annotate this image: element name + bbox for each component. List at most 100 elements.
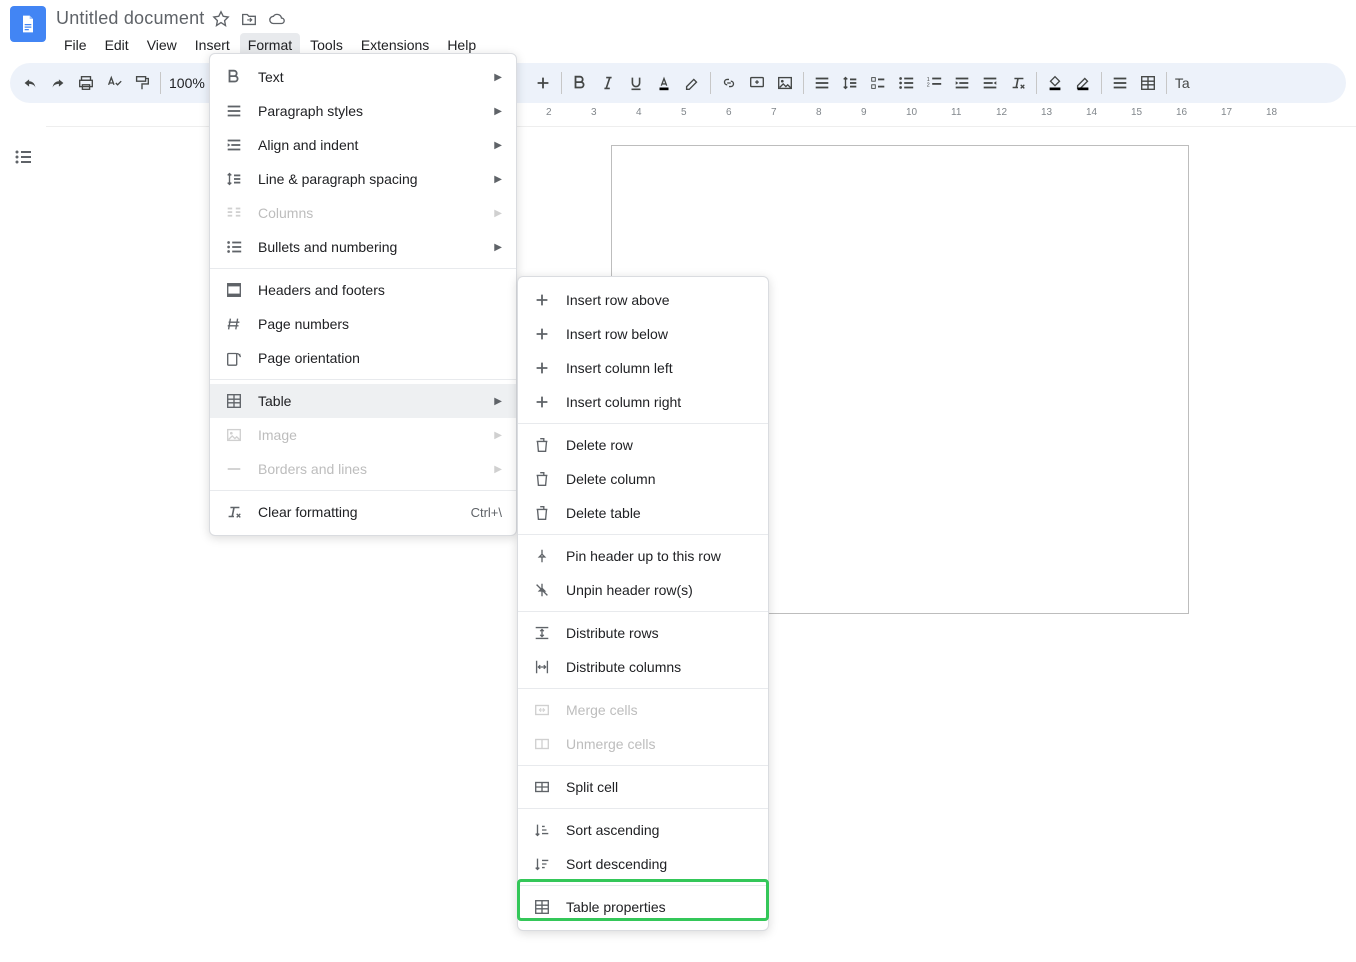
format-page-numbers[interactable]: Page numbers xyxy=(210,307,516,341)
bulleted-list-button[interactable] xyxy=(892,69,920,97)
menu-item-label: Distribute columns xyxy=(566,659,681,675)
menu-item-label: Borders and lines xyxy=(258,461,367,477)
justify-button[interactable] xyxy=(1106,69,1134,97)
menu-item-label: Align and indent xyxy=(258,137,358,153)
menu-item-label: Sort descending xyxy=(566,856,667,872)
docs-logo[interactable] xyxy=(10,6,46,42)
table-distribute-columns[interactable]: Distribute columns xyxy=(518,650,768,684)
italic-button[interactable] xyxy=(594,69,622,97)
pin-icon xyxy=(532,546,552,566)
document-title[interactable]: Untitled document xyxy=(56,8,204,29)
numbered-list-button[interactable]: 12 xyxy=(920,69,948,97)
spellcheck-button[interactable] xyxy=(100,69,128,97)
undo-button[interactable] xyxy=(16,69,44,97)
columns-icon xyxy=(224,203,244,223)
menu-item-label: Image xyxy=(258,427,297,443)
format-align-and-indent[interactable]: Align and indent▶ xyxy=(210,128,516,162)
trash-icon xyxy=(532,469,552,489)
table-insert-column-right[interactable]: Insert column right xyxy=(518,385,768,419)
menu-item-label: Delete table xyxy=(566,505,641,521)
table-insert-row-below[interactable]: Insert row below xyxy=(518,317,768,351)
print-button[interactable] xyxy=(72,69,100,97)
outline-button[interactable] xyxy=(13,147,33,614)
format-headers-and-footers[interactable]: Headers and footers xyxy=(210,273,516,307)
move-icon[interactable] xyxy=(240,10,258,28)
increase-indent-button[interactable] xyxy=(976,69,1004,97)
menu-edit[interactable]: Edit xyxy=(97,33,137,57)
table-insert-row-above[interactable]: Insert row above xyxy=(518,283,768,317)
menu-item-label: Page orientation xyxy=(258,350,360,366)
underline-button[interactable] xyxy=(622,69,650,97)
menu-item-label: Delete row xyxy=(566,437,633,453)
format-clear-formatting[interactable]: Clear formattingCtrl+\ xyxy=(210,495,516,529)
paint-format-button[interactable] xyxy=(128,69,156,97)
menu-item-label: Pin header up to this row xyxy=(566,548,721,564)
format-paragraph-styles[interactable]: Paragraph styles ▶ xyxy=(210,94,516,128)
table-button[interactable] xyxy=(1134,69,1162,97)
image-button[interactable] xyxy=(771,69,799,97)
menu-file[interactable]: File xyxy=(56,33,95,57)
table-delete-table[interactable]: Delete table xyxy=(518,496,768,530)
checklist-button[interactable] xyxy=(864,69,892,97)
format-bullets-and-numbering[interactable]: Bullets and numbering▶ xyxy=(210,230,516,264)
header-footer-icon xyxy=(224,280,244,300)
fill-color-button[interactable] xyxy=(1041,69,1069,97)
border-color-button[interactable] xyxy=(1069,69,1097,97)
menu-item-label: Insert column left xyxy=(566,360,673,376)
star-icon[interactable] xyxy=(212,10,230,28)
insert-plus-button[interactable] xyxy=(529,69,557,97)
menu-item-label: Merge cells xyxy=(566,702,638,718)
table-delete-column[interactable]: Delete column xyxy=(518,462,768,496)
menu-item-label: Split cell xyxy=(566,779,618,795)
table-sort-ascending[interactable]: Sort ascending xyxy=(518,813,768,847)
table-distribute-rows[interactable]: Distribute rows xyxy=(518,616,768,650)
linespacing-button[interactable] xyxy=(836,69,864,97)
submenu-arrow-icon: ▶ xyxy=(494,208,502,219)
redo-button[interactable] xyxy=(44,69,72,97)
submenu-arrow-icon: ▶ xyxy=(494,106,502,117)
align-button[interactable] xyxy=(808,69,836,97)
cloud-icon[interactable] xyxy=(268,10,286,28)
trash-icon xyxy=(532,503,552,523)
hash-icon xyxy=(224,314,244,334)
format-line-paragraph-spacing[interactable]: Line & paragraph spacing▶ xyxy=(210,162,516,196)
menu-item-label: Table xyxy=(258,393,291,409)
menu-item-label: Unmerge cells xyxy=(566,736,655,752)
bold-button[interactable] xyxy=(566,69,594,97)
format-columns: Columns ▶ xyxy=(210,196,516,230)
decrease-indent-button[interactable] xyxy=(948,69,976,97)
table-insert-column-left[interactable]: Insert column left xyxy=(518,351,768,385)
table-sort-descending[interactable]: Sort descending xyxy=(518,847,768,881)
table-split-cell[interactable]: Split cell xyxy=(518,770,768,804)
format-table[interactable]: Table▶ xyxy=(210,384,516,418)
submenu-arrow-icon: ▶ xyxy=(494,242,502,253)
bold-icon xyxy=(224,67,244,87)
menu-item-label: Clear formatting xyxy=(258,504,358,520)
menu-item-label: Columns xyxy=(258,205,313,221)
menu-item-label: Paragraph styles xyxy=(258,103,363,119)
table-merge-cells: Merge cells xyxy=(518,693,768,727)
table-submenu: Insert row aboveInsert row below Insert c… xyxy=(517,276,769,931)
text-color-button[interactable] xyxy=(650,69,678,97)
highlight-button[interactable] xyxy=(678,69,706,97)
link-button[interactable] xyxy=(715,69,743,97)
format-text[interactable]: Text▶ xyxy=(210,60,516,94)
dist-rows-icon xyxy=(532,623,552,643)
zoom-selector[interactable]: 100% xyxy=(165,75,209,91)
plus-icon xyxy=(532,392,552,412)
clear-format-icon xyxy=(224,502,244,522)
menu-view[interactable]: View xyxy=(139,33,185,57)
comment-button[interactable] xyxy=(743,69,771,97)
format-page-orientation[interactable]: Page orientation xyxy=(210,341,516,375)
table-unpin-header-row-s-[interactable]: Unpin header row(s) xyxy=(518,573,768,607)
plus-icon xyxy=(532,324,552,344)
more-label: Ta xyxy=(1171,75,1190,91)
svg-text:2: 2 xyxy=(927,83,930,89)
merge-icon xyxy=(532,700,552,720)
menu-item-label: Distribute rows xyxy=(566,625,659,641)
table-table-properties[interactable]: Table properties xyxy=(518,890,768,924)
clear-format-button[interactable] xyxy=(1004,69,1032,97)
sort-asc-icon xyxy=(532,820,552,840)
table-pin-header-up-to-this-row[interactable]: Pin header up to this row xyxy=(518,539,768,573)
table-delete-row[interactable]: Delete row xyxy=(518,428,768,462)
